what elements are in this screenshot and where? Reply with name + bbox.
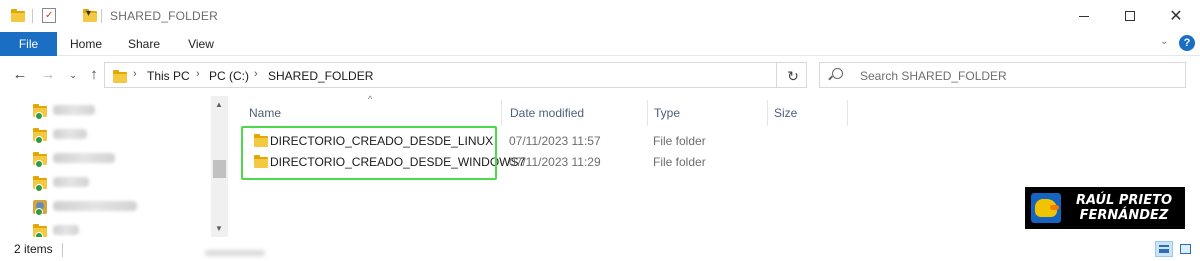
- expand-ribbon-icon[interactable]: ⌄: [1160, 36, 1168, 47]
- sync-status-icon: [35, 160, 43, 168]
- large-icons-view-icon: [1180, 244, 1191, 254]
- nav-item[interactable]: [33, 196, 213, 216]
- author-name-line2: FERNÁNDEZ: [1079, 208, 1169, 223]
- sync-status-icon: [35, 208, 43, 216]
- file-date: 07/11/2023 11:57: [509, 134, 601, 148]
- minimize-button[interactable]: [1061, 0, 1107, 32]
- divider: [32, 9, 33, 23]
- address-bar[interactable]: › This PC › PC (C:) › SHARED_FOLDER ⌄: [104, 62, 862, 88]
- blurred-status: [205, 250, 265, 256]
- close-button[interactable]: ✕: [1153, 0, 1199, 32]
- search-input[interactable]: Search SHARED_FOLDER: [860, 69, 1007, 83]
- large-icons-view-button[interactable]: [1176, 241, 1194, 257]
- column-header-type[interactable]: Type: [648, 102, 766, 124]
- item-count: 2 items: [14, 242, 53, 256]
- scroll-down-icon[interactable]: ▼: [215, 224, 223, 233]
- navigation-bar: ← → ⌄ ↑ › This PC › PC (C:) › SHARED_FOL…: [0, 56, 1200, 96]
- sync-status-icon: [35, 136, 43, 144]
- search-box[interactable]: Search SHARED_FOLDER: [819, 62, 1186, 88]
- details-view-button[interactable]: [1155, 241, 1173, 257]
- file-type: File folder: [653, 134, 706, 148]
- divider: [101, 9, 102, 23]
- blurred-label: [53, 177, 89, 187]
- tab-view[interactable]: View: [173, 32, 229, 56]
- annotation-highlight-box: [241, 126, 497, 180]
- column-divider[interactable]: [501, 100, 502, 126]
- column-header-date-modified[interactable]: Date modified: [504, 102, 646, 124]
- status-bar: 2 items: [0, 237, 1200, 261]
- search-icon: [832, 68, 843, 79]
- title-bar: ✓ ▾ SHARED_FOLDER ✕: [0, 0, 1200, 32]
- details-view-icon: [1159, 245, 1169, 253]
- back-arrow-icon[interactable]: ←: [10, 65, 30, 85]
- divider: [62, 243, 63, 257]
- folder-icon: [113, 70, 127, 83]
- chevron-right-icon[interactable]: ›: [196, 68, 200, 80]
- breadcrumb-shared-folder[interactable]: SHARED_FOLDER: [268, 69, 373, 83]
- properties-icon[interactable]: ✓: [42, 8, 56, 23]
- sync-status-icon: [35, 184, 43, 192]
- divider: [776, 62, 777, 88]
- nav-item[interactable]: [33, 100, 213, 120]
- blurred-label: [53, 225, 79, 235]
- blurred-label: [53, 201, 137, 211]
- refresh-icon[interactable]: ↻: [783, 67, 803, 85]
- navigation-pane: ▲ ▼: [0, 96, 228, 240]
- tab-file[interactable]: File: [0, 32, 57, 56]
- up-arrow-icon[interactable]: ↑: [84, 65, 104, 85]
- blurred-label: [53, 153, 115, 163]
- window-title: SHARED_FOLDER: [110, 9, 218, 23]
- breadcrumb-drive[interactable]: PC (C:): [209, 69, 249, 83]
- column-header-size[interactable]: Size: [768, 102, 848, 124]
- file-date: 07/11/2023 11:29: [509, 155, 601, 169]
- author-watermark: RAÚL PRIETO FERNÁNDEZ: [1025, 187, 1185, 229]
- close-icon: ✕: [1169, 8, 1183, 25]
- nav-item[interactable]: [33, 148, 213, 168]
- tab-home[interactable]: Home: [57, 32, 115, 56]
- maximize-button[interactable]: [1107, 0, 1153, 32]
- breadcrumb-this-pc[interactable]: This PC: [147, 69, 190, 83]
- blurred-label: [53, 129, 87, 139]
- tab-share[interactable]: Share: [115, 32, 173, 56]
- forward-arrow-icon[interactable]: →: [38, 65, 58, 85]
- chevron-right-icon[interactable]: ›: [254, 68, 258, 80]
- file-type: File folder: [653, 155, 706, 169]
- folder-icon: [11, 9, 25, 22]
- sync-status-icon: [35, 112, 43, 120]
- scrollbar-thumb[interactable]: [213, 160, 226, 178]
- nav-item[interactable]: [33, 124, 213, 144]
- minimize-icon: [1079, 15, 1089, 17]
- nav-item[interactable]: [33, 172, 213, 192]
- column-header-name[interactable]: Name: [243, 102, 501, 124]
- author-name-line1: RAÚL PRIETO: [1075, 193, 1173, 208]
- customize-toolbar-icon[interactable]: ▾: [86, 8, 91, 24]
- ribbon-tabs: File Home Share View ⌄ ?: [0, 32, 1200, 56]
- help-icon[interactable]: ?: [1179, 35, 1195, 51]
- scroll-up-icon[interactable]: ▲: [215, 100, 223, 109]
- author-name: RAÚL PRIETO FERNÁNDEZ: [1069, 193, 1179, 223]
- column-divider[interactable]: [847, 100, 848, 126]
- scrollbar[interactable]: ▲ ▼: [211, 96, 228, 237]
- maximize-icon: [1125, 11, 1135, 21]
- chevron-right-icon[interactable]: ›: [133, 68, 137, 80]
- recent-locations-icon[interactable]: ⌄: [63, 65, 83, 85]
- blurred-label: [53, 105, 95, 115]
- duck-logo-icon: [1031, 193, 1061, 223]
